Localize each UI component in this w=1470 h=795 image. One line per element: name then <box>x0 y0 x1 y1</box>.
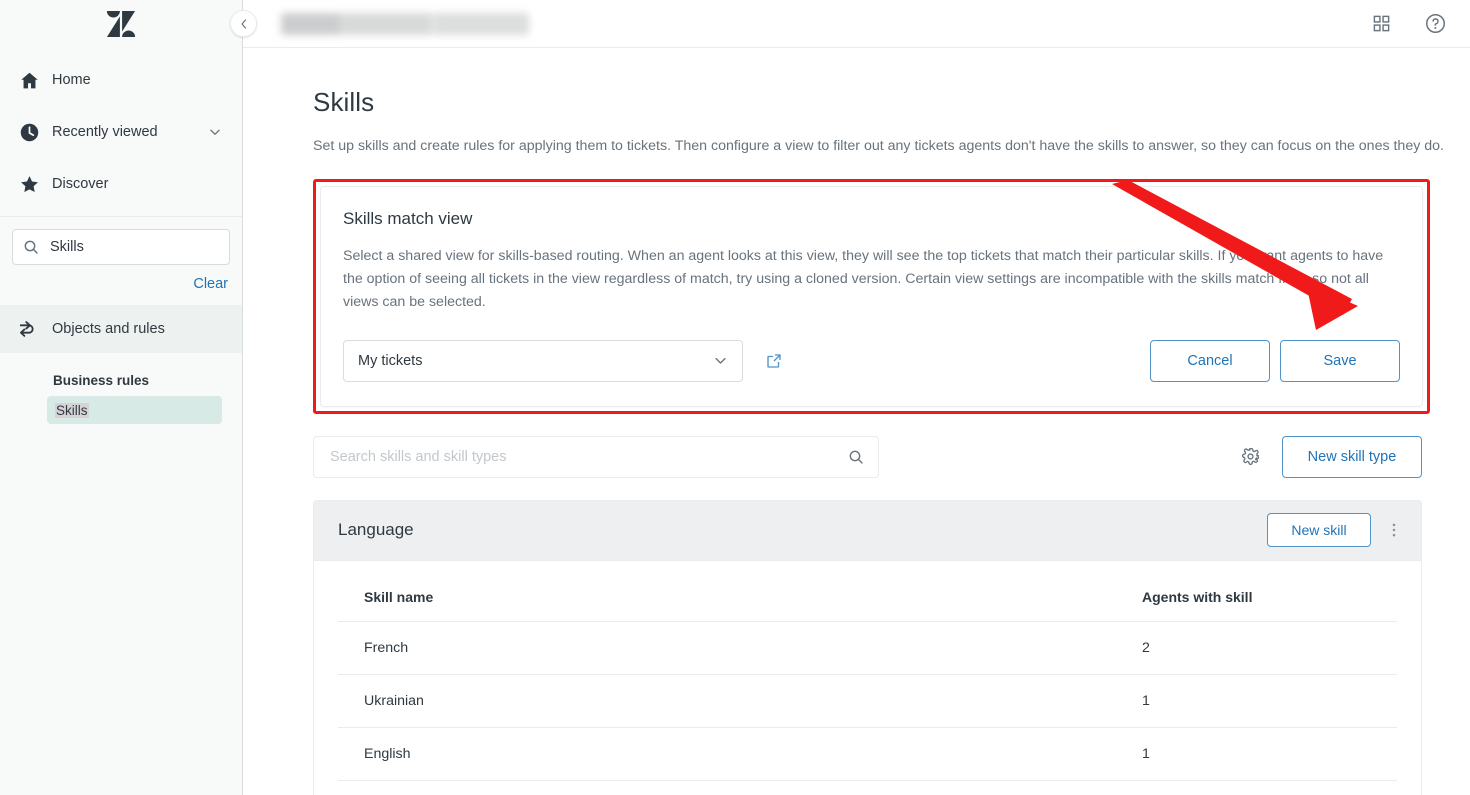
skills-match-view-card: Skills match view Select a shared view f… <box>320 185 1423 407</box>
save-button[interactable]: Save <box>1280 339 1400 382</box>
new-skill-button[interactable]: New skill <box>1267 513 1371 548</box>
clear-search-link[interactable]: Clear <box>193 276 228 292</box>
cell-agents-count: 1 <box>1138 727 1397 781</box>
chevron-down-icon[interactable] <box>208 125 222 139</box>
table-row[interactable]: Ukrainian 1 <box>338 674 1397 728</box>
skill-type-card: Language New skill Skill name Agents wit… <box>313 499 1422 795</box>
chevron-left-icon <box>240 18 246 29</box>
sidebar-item-discover[interactable]: Discover <box>0 158 242 210</box>
sidebar-search-input[interactable] <box>48 238 219 256</box>
sidebar-item-objects-and-rules[interactable]: Objects and rules <box>0 305 242 353</box>
cell-skill-name: Ukrainian <box>338 674 1138 728</box>
redacted-account-name <box>281 12 529 35</box>
card-title: Skills match view <box>343 208 473 228</box>
skill-type-header: Language New skill <box>314 500 1421 561</box>
page-description: Set up skills and create rules for apply… <box>313 138 1444 154</box>
sidebar-group-title: Business rules <box>53 373 150 388</box>
sidebar-search-box[interactable] <box>12 229 230 265</box>
topbar-actions <box>1372 13 1446 34</box>
search-icon <box>23 239 39 255</box>
sidebar-item-label: Home <box>52 72 91 88</box>
grid-apps-icon[interactable] <box>1372 14 1391 33</box>
column-header-skill-name: Skill name <box>338 560 1138 622</box>
sidebar-item-skills[interactable]: Skills <box>47 396 222 424</box>
card-controls: My tickets Cancel Save <box>343 339 1400 382</box>
annotation-highlight-box: Skills match view Select a shared view f… <box>313 178 1430 414</box>
sidebar-search-wrap <box>0 217 242 265</box>
table-row[interactable]: English 1 <box>338 727 1397 781</box>
cell-agents-count: 1 <box>1138 674 1397 728</box>
new-skill-type-button[interactable]: New skill type <box>1282 435 1422 478</box>
cell-agents-count: 2 <box>1138 621 1397 675</box>
table-row[interactable]: French 2 <box>338 621 1397 675</box>
skills-table-head: Skill name Agents with skill <box>338 560 1397 622</box>
cancel-button[interactable]: Cancel <box>1150 339 1270 382</box>
card-description: Select a shared view for skills-based ro… <box>343 247 1384 310</box>
skills-table-wrap: Skill name Agents with skill French 2 Uk… <box>314 560 1421 795</box>
sidebar-item-label: Discover <box>52 176 109 192</box>
cell-skill-name: French <box>338 621 1138 675</box>
skill-type-name: Language <box>338 520 414 540</box>
search-icon <box>848 449 864 465</box>
table-bottom-padding <box>338 781 1397 795</box>
zendesk-logo-icon <box>106 11 136 37</box>
app-root: Home Recently viewed Discover Skills Cle… <box>0 0 1470 795</box>
page-content: Skills Set up skills and create rules fo… <box>243 48 1470 795</box>
tools-row: New skill type <box>313 435 1422 478</box>
open-view-external-link-icon[interactable] <box>765 352 783 370</box>
sidebar-clear-row: Clear <box>0 265 242 293</box>
sidebar-item-label: Skills <box>55 402 89 418</box>
skill-type-actions: New skill <box>1267 513 1411 548</box>
sidebar-nav: Home Recently viewed Discover <box>0 48 242 210</box>
home-icon <box>14 70 44 91</box>
cell-skill-name: English <box>338 727 1138 781</box>
selected-view-label: My tickets <box>358 352 423 369</box>
chevron-down-icon <box>713 353 728 368</box>
main-area: Skills Set up skills and create rules fo… <box>243 0 1470 795</box>
sidebar-item-recently-viewed[interactable]: Recently viewed <box>0 106 242 158</box>
skills-search-input[interactable] <box>328 447 848 466</box>
page-title: Skills <box>313 87 375 117</box>
skills-table: Skill name Agents with skill French 2 Uk… <box>338 560 1397 781</box>
topbar <box>243 0 1470 48</box>
sidebar-item-label: Recently viewed <box>52 124 158 140</box>
brand-logo[interactable] <box>0 0 242 48</box>
sidebar-item-label: Objects and rules <box>52 321 165 337</box>
gear-icon[interactable] <box>1241 447 1260 466</box>
tools-right: New skill type <box>1241 435 1422 478</box>
sidebar-item-home[interactable]: Home <box>0 54 242 106</box>
skills-match-view-select[interactable]: My tickets <box>343 339 743 382</box>
more-vertical-icon[interactable] <box>1377 513 1411 547</box>
help-circle-icon[interactable] <box>1425 13 1446 34</box>
objects-rules-icon <box>14 318 44 340</box>
column-header-agents-with-skill: Agents with skill <box>1138 560 1397 622</box>
table-header-row: Skill name Agents with skill <box>338 560 1397 622</box>
skills-table-body: French 2 Ukrainian 1 English 1 <box>338 621 1397 781</box>
sidebar-collapse-button[interactable] <box>230 10 257 37</box>
skills-search-box[interactable] <box>313 435 879 478</box>
clock-icon <box>14 122 44 143</box>
sidebar: Home Recently viewed Discover Skills Cle… <box>0 0 257 795</box>
card-buttons: Cancel Save <box>1150 339 1400 382</box>
star-icon <box>14 174 44 195</box>
